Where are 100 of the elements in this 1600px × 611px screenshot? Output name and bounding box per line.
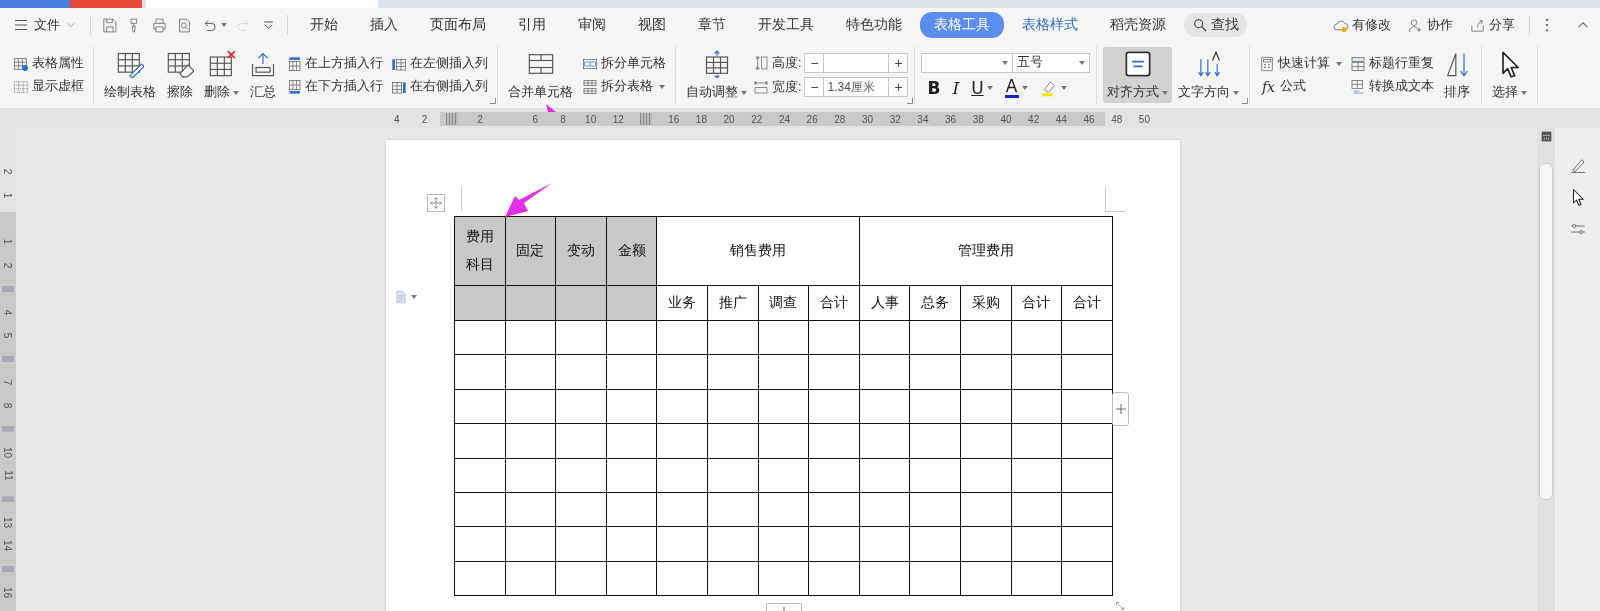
ruler-number: 5 xyxy=(2,332,14,339)
header-cell: 调查 xyxy=(758,285,809,321)
underline-button[interactable]: U xyxy=(969,77,995,98)
ruler-number: 24 xyxy=(778,113,791,125)
ruler-number: 32 xyxy=(889,113,901,125)
field-label: 高度: xyxy=(772,54,802,72)
decrement-button[interactable]: − xyxy=(804,77,825,97)
ruler-number: 20 xyxy=(723,113,735,125)
ribbon-tab[interactable]: 视图 xyxy=(624,12,680,38)
field-label: 宽度: xyxy=(772,78,802,96)
ribbon-tab[interactable]: 审阅 xyxy=(564,12,620,38)
ruler-number: 36 xyxy=(945,113,957,125)
ribbon-tab[interactable]: 引用 xyxy=(504,12,560,38)
header-cell: 人事 xyxy=(859,285,910,321)
ruler-number: 44 xyxy=(1055,113,1067,125)
font-color-button[interactable]: A xyxy=(1002,77,1030,98)
increment-button[interactable]: + xyxy=(888,77,909,97)
ruler-number: 38 xyxy=(972,113,984,125)
ruler-number: 34 xyxy=(917,113,929,125)
ribbon-button[interactable]: 在左侧插入列 xyxy=(388,54,491,73)
header-cell: 费用 科目 xyxy=(454,216,506,286)
header-cell: 变动 xyxy=(555,216,607,286)
cloud-button[interactable]: 有修改 xyxy=(1326,14,1397,36)
bold-button[interactable]: B xyxy=(925,77,943,98)
header-cell: 推广 xyxy=(707,285,759,321)
ruler-number: 30 xyxy=(861,113,874,125)
ribbon-button[interactable]: 转换成文本 xyxy=(1347,77,1438,96)
ruler-number: 2 xyxy=(2,168,14,175)
ruler-number: 46 xyxy=(1083,113,1095,125)
ruler-number: 2 xyxy=(2,262,14,269)
number-field[interactable]: 1.34厘米 xyxy=(824,77,889,97)
ribbon-button[interactable]: 删除 xyxy=(200,47,243,103)
ruler-number: 10 xyxy=(585,113,597,125)
header-cell: 业务 xyxy=(656,285,708,321)
ribbon-button[interactable]: fx 公式 xyxy=(1256,77,1346,96)
decrement-button[interactable]: − xyxy=(804,53,825,73)
ribbon-button[interactable]: 排序 xyxy=(1439,47,1476,103)
header-cell: 销售费用 xyxy=(656,216,860,286)
ruler-number: 16 xyxy=(668,113,680,125)
ribbon-tab[interactable]: 开发工具 xyxy=(744,12,828,38)
ruler-number: 7 xyxy=(2,379,14,385)
header-cell: 金额 xyxy=(606,216,657,286)
ruler-number: 48 xyxy=(1111,113,1123,125)
ruler-number: 11 xyxy=(2,470,14,481)
ruler-number: 50 xyxy=(1138,113,1150,125)
ribbon-tab[interactable]: 特色功能 xyxy=(832,12,916,38)
file-menu[interactable]: 文件 xyxy=(8,14,82,36)
ribbon-button[interactable]: 标题行重复 xyxy=(1347,54,1438,73)
ribbon-tab[interactable]: 表格样式 xyxy=(1008,12,1092,38)
ribbon-button[interactable]: 选择 xyxy=(1488,47,1532,103)
header-cell: 管理费用 xyxy=(859,216,1113,286)
ribbon-button[interactable]: 快速计算 xyxy=(1256,54,1346,73)
ribbon-button[interactable]: 拆分表格 xyxy=(579,77,669,96)
ruler-number: 4 xyxy=(2,309,14,315)
header-cell: 固定 xyxy=(505,216,556,286)
ribbon-tab[interactable]: 开始 xyxy=(296,12,352,38)
ribbon-button[interactable]: 对齐方式 xyxy=(1103,47,1173,103)
ribbon-button[interactable]: 合并单元格 xyxy=(504,47,577,103)
ruler-number: 26 xyxy=(806,113,818,125)
ribbon-button[interactable]: 自动调整 xyxy=(682,47,751,103)
header-cell: 合计 xyxy=(1011,285,1062,321)
share-button[interactable]: 分享 xyxy=(1463,14,1521,36)
ribbon-button[interactable]: 在右侧插入列 xyxy=(388,77,491,96)
ribbon-button[interactable]: 显示虚框 xyxy=(10,77,87,96)
ruler-number: 28 xyxy=(834,113,846,125)
ruler-number: 1 xyxy=(2,192,14,198)
ribbon-button[interactable]: 文字方向 xyxy=(1174,47,1244,103)
ruler-number: 12 xyxy=(612,113,624,125)
ribbon-button[interactable]: 绘制表格 xyxy=(100,47,160,103)
ruler-number: 10 xyxy=(2,446,14,458)
ribbon-button[interactable]: 表格属性 xyxy=(10,54,87,73)
header-cell: 合计 xyxy=(808,285,860,321)
ribbon-tab[interactable]: 稻壳资源 xyxy=(1096,12,1180,38)
increment-button[interactable]: + xyxy=(888,53,909,73)
ribbon-button[interactable]: 在下方插入行 xyxy=(283,77,386,96)
person-plus-button[interactable]: 协作 xyxy=(1401,14,1459,36)
ruler-number: 2 xyxy=(421,113,428,125)
ruler-number: 4 xyxy=(394,113,400,125)
ruler-number: 18 xyxy=(695,113,707,125)
header-cell: 合计 xyxy=(1061,285,1113,321)
ruler-number: 16 xyxy=(2,587,14,599)
ribbon-tab[interactable]: 插入 xyxy=(356,12,412,38)
search-button[interactable]: 查找 xyxy=(1184,13,1247,37)
ruler-number: 40 xyxy=(1000,113,1012,125)
ruler-number: 1 xyxy=(2,239,14,245)
ribbon-tab[interactable]: 页面布局 xyxy=(416,12,500,38)
ruler-number: 14 xyxy=(2,540,14,552)
header-cell: 总务 xyxy=(909,285,961,321)
font-size-dropdown[interactable]: 五号 xyxy=(1012,52,1091,73)
ribbon-button[interactable]: 在上方插入行 xyxy=(283,54,386,73)
ribbon-button[interactable]: 拆分单元格 xyxy=(579,54,669,73)
ruler-number: 22 xyxy=(751,113,763,125)
ruler-number: 13 xyxy=(2,517,14,529)
ribbon-button[interactable]: 汇总 xyxy=(245,47,281,103)
ribbon-button[interactable]: 擦除 xyxy=(162,47,198,103)
ribbon-tab[interactable]: 章节 xyxy=(684,12,740,38)
italic-button[interactable]: I xyxy=(950,77,962,98)
ruler-number: 8 xyxy=(2,402,14,409)
ruler-number: 6 xyxy=(532,113,539,125)
ruler-number: 42 xyxy=(1028,113,1040,125)
